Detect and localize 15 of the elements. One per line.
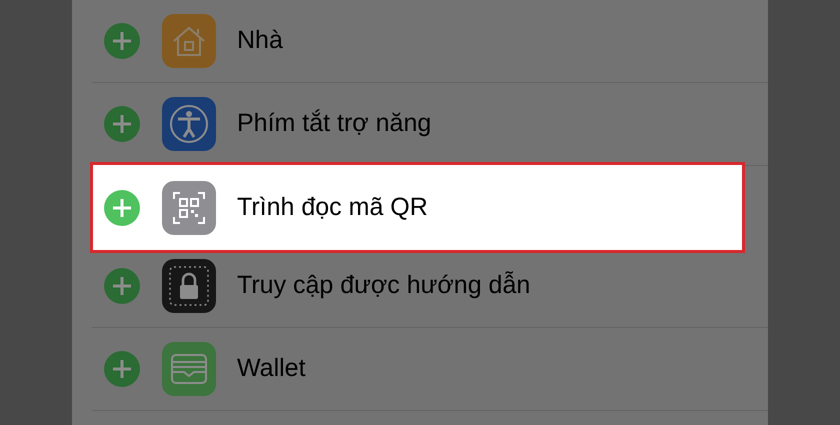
row-label: Nhà	[237, 25, 283, 56]
lock-icon	[162, 259, 216, 313]
row-label: Wallet	[237, 353, 306, 384]
row-label: Truy cập được hướng dẫn	[237, 270, 530, 302]
qr-code-icon	[162, 180, 216, 234]
add-button[interactable]	[104, 190, 140, 226]
accessibility-icon	[162, 97, 216, 151]
row-label: Trình đọc mã QR	[237, 192, 428, 223]
add-button[interactable]	[104, 23, 140, 59]
add-button[interactable]	[104, 106, 140, 142]
add-button[interactable]	[104, 268, 140, 304]
add-button[interactable]	[104, 351, 140, 387]
home-icon	[162, 14, 216, 68]
row-label: Phím tắt trợ năng	[237, 108, 432, 140]
wallet-icon	[162, 342, 216, 396]
